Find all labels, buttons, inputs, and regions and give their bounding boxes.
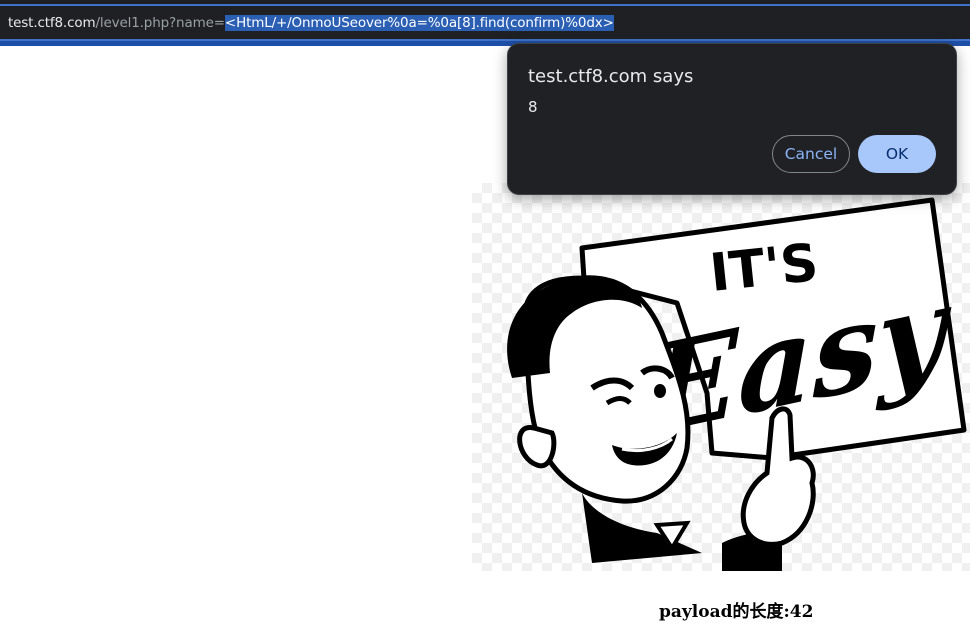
its-easy-image: IT'S Easy xyxy=(472,183,970,571)
url-field[interactable]: test.ctf8.com/level1.php?name=<HtmL/+/On… xyxy=(8,14,614,32)
url-path: /level1.php?name= xyxy=(95,15,225,31)
dialog-message: 8 xyxy=(528,98,538,116)
eye-open xyxy=(654,384,666,398)
ear xyxy=(517,425,557,469)
url-selected-payload: <HtmL/+/OnmoUSeover%0a=%0a[8].find(confi… xyxy=(224,15,614,31)
its-easy-illustration: IT'S Easy xyxy=(507,197,967,571)
alert-dialog: test.ctf8.com says 8 Cancel OK xyxy=(507,43,957,195)
ok-button[interactable]: OK xyxy=(858,135,936,173)
browser-address-bar: test.ctf8.com/level1.php?name=<HtmL/+/On… xyxy=(0,0,970,46)
payload-length-label: payload的长度:42 xyxy=(659,602,814,622)
cancel-button[interactable]: Cancel xyxy=(772,135,850,173)
focus-border-top xyxy=(0,4,970,6)
url-host: test.ctf8.com xyxy=(8,15,96,31)
dialog-title: test.ctf8.com says xyxy=(528,66,694,87)
